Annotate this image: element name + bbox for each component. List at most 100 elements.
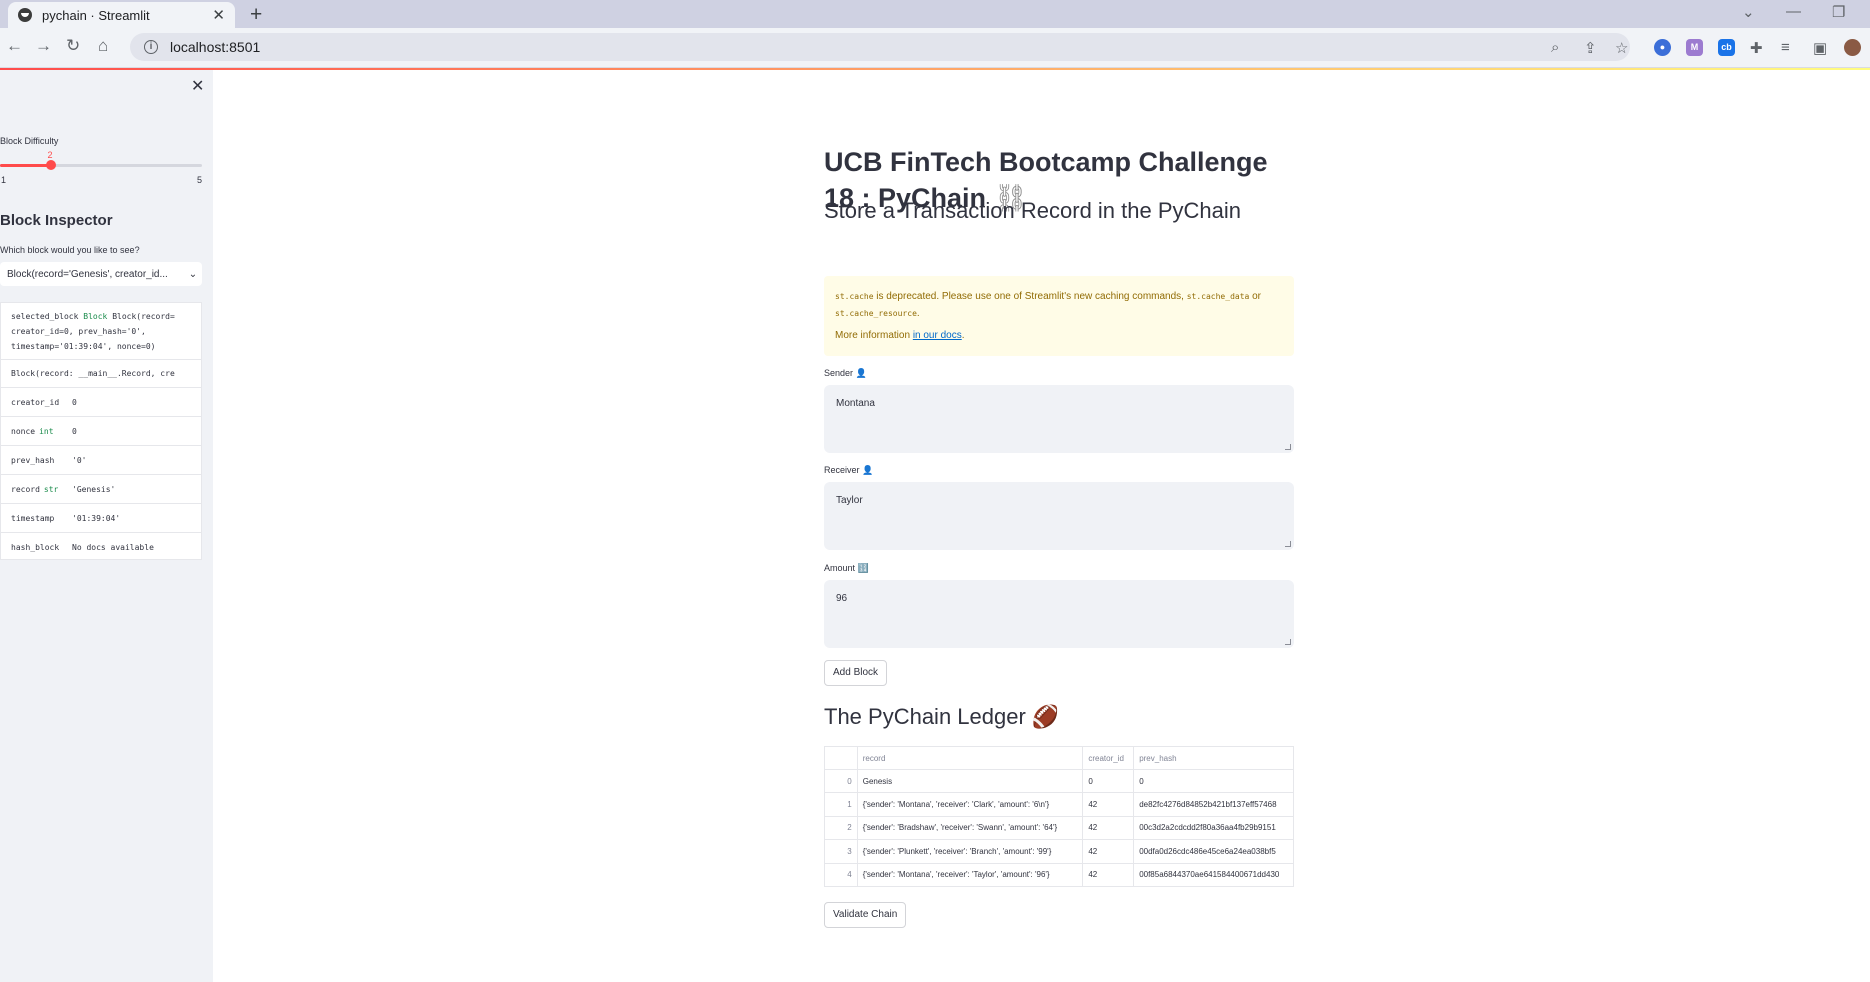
sidebar: ✕ Block Difficulty 2 1 5 Block Inspector… (0, 70, 213, 982)
validate-chain-button[interactable]: Validate Chain (824, 902, 907, 928)
inspect-value-line-2: creator_id=0, prev_hash='0', (11, 327, 146, 336)
table-cell: 00f85a6844370ae641584400671dd430 (1133, 863, 1294, 887)
row-index: 1 (824, 792, 858, 817)
table-cell: 0 (1082, 769, 1135, 794)
table-row[interactable]: 1 {'sender': 'Montana', 'receiver': 'Clar… (824, 792, 1294, 817)
inspect-header: selected_block Block Block(record= creat… (1, 303, 201, 360)
share-icon[interactable]: ⇪ (1584, 39, 1597, 57)
extensions-puzzle-icon[interactable]: ✚ (1750, 39, 1763, 57)
minimize-icon[interactable]: — (1786, 3, 1801, 20)
attr-key: nonce int (11, 427, 72, 436)
home-icon[interactable]: ⌂ (98, 36, 108, 56)
table-cell: 42 (1082, 863, 1135, 887)
table-cell: de82fc4276d84852b421bf137eff57468 (1133, 792, 1294, 817)
row-index: 0 (824, 769, 858, 794)
block-inspect-panel: selected_block Block Block(record= creat… (0, 302, 202, 560)
attr-key: timestamp (11, 514, 72, 523)
sender-label: Sender 👤 (824, 368, 867, 379)
tab-close-icon[interactable]: ✕ (212, 6, 225, 24)
restore-icon[interactable]: ❐ (1832, 3, 1845, 21)
resize-handle-icon[interactable] (1285, 639, 1291, 645)
numbers-icon: 🔢 (857, 563, 869, 573)
back-icon[interactable]: ← (6, 36, 23, 56)
table-row[interactable]: 3 {'sender': 'Plunkett', 'receiver': 'Bra… (824, 839, 1294, 864)
streamlit-decoration-bar (0, 68, 1870, 70)
person-icon: 👤 (862, 465, 874, 475)
receiver-label-text: Receiver (824, 465, 860, 475)
column-header[interactable]: creator_id (1082, 746, 1135, 770)
streamlit-favicon-icon (18, 8, 32, 22)
site-info-icon[interactable]: i (144, 40, 158, 54)
attr-name: creator_id (11, 397, 60, 407)
warn-text-1: is deprecated. Please use one of Streaml… (873, 291, 1187, 302)
warn-text-3: . (916, 308, 920, 319)
attr-value: 'Genesis' (72, 484, 116, 494)
attr-name: nonce (11, 426, 36, 436)
attr-value: 0 (72, 397, 77, 407)
receiver-field[interactable]: Taylor (824, 482, 1294, 550)
difficulty-min: 1 (1, 175, 7, 185)
ledger-body: 0 Genesis 0 0 1 {'sender': 'Montana', 'receiv… (824, 769, 1294, 887)
attr-type: str (43, 484, 59, 494)
sidebar-close-icon[interactable]: ✕ (191, 76, 204, 96)
warn-end: . (961, 330, 965, 341)
block-select[interactable]: Block(record='Genesis', creator_id... ⌄ (0, 262, 202, 286)
column-header[interactable]: prev_hash (1133, 746, 1294, 770)
receiver-label: Receiver 👤 (824, 465, 873, 476)
row-index: 4 (824, 863, 858, 887)
new-tab-icon[interactable]: + (250, 3, 262, 27)
amount-value: 96 (836, 593, 848, 604)
table-row[interactable]: 2 {'sender': 'Bradshaw', 'receiver': 'Swa… (824, 816, 1294, 841)
difficulty-max: 5 (197, 175, 203, 185)
extension-1-icon[interactable]: ● (1654, 39, 1671, 56)
amount-label: Amount 🔢 (824, 563, 869, 574)
docs-link[interactable]: in our docs (913, 330, 962, 341)
tab-search-icon[interactable]: ⌄ (1742, 3, 1755, 21)
table-cell: {'sender': 'Bradshaw', 'receiver': 'Swan… (857, 816, 1084, 841)
attr-key: prev_hash (11, 456, 72, 465)
browser-tab[interactable]: pychain · Streamlit ✕ (8, 2, 235, 28)
attr-name: hash_block (11, 542, 60, 552)
side-panel-icon[interactable]: ▣ (1813, 39, 1827, 57)
profile-avatar[interactable] (1844, 39, 1861, 56)
resize-handle-icon[interactable] (1285, 541, 1291, 547)
chevron-down-icon: ⌄ (188, 268, 198, 280)
block-select-value: Block(record='Genesis', creator_id... (7, 268, 168, 280)
extension-2-icon[interactable]: M (1686, 39, 1703, 56)
bookmark-star-icon[interactable]: ☆ (1615, 39, 1628, 57)
column-header[interactable]: record (857, 746, 1084, 770)
resize-handle-icon[interactable] (1285, 444, 1291, 450)
warn-text-2: or (1249, 291, 1262, 302)
zoom-icon[interactable]: ⌕ (1551, 39, 1559, 56)
slider-thumb[interactable] (45, 160, 56, 170)
inspect-var-name: selected_block (11, 312, 79, 321)
attr-name: record (11, 484, 40, 494)
reading-list-icon[interactable]: ≡ (1781, 39, 1790, 56)
column-header[interactable] (824, 746, 858, 770)
table-row[interactable]: 4 {'sender': 'Montana', 'receiver': 'Tayl… (824, 863, 1294, 887)
warn-code-3: st.cache_resource (835, 309, 917, 318)
ledger-table[interactable]: record creator_id prev_hash 0 Genesis 0 0 1 {'s… (824, 746, 1294, 887)
amount-field[interactable]: 96 (824, 580, 1294, 648)
attr-value: No docs available (72, 542, 154, 552)
add-block-button[interactable]: Add Block (824, 660, 888, 686)
reload-icon[interactable]: ↻ (66, 36, 80, 56)
tab-title: pychain · Streamlit (42, 7, 150, 23)
extension-3-icon[interactable]: cb (1718, 39, 1735, 56)
table-cell: 42 (1082, 816, 1135, 841)
person-icon: 👤 (855, 368, 867, 378)
sender-field[interactable]: Montana (824, 385, 1294, 453)
url-text: localhost:8501 (170, 39, 261, 55)
ledger-heading: The PyChain Ledger 🏈 (824, 704, 1059, 730)
table-cell: 42 (1082, 839, 1135, 864)
browser-tab-bar: pychain · Streamlit ✕ + ⌄ — ❐ (0, 0, 1870, 28)
table-row[interactable]: 0 Genesis 0 0 (824, 769, 1294, 794)
block-select-label: Which block would you like to see? (0, 245, 140, 255)
difficulty-slider[interactable] (0, 160, 202, 170)
ledger-heading-text: The PyChain Ledger (824, 704, 1026, 729)
url-input[interactable]: i localhost:8501 (130, 33, 1630, 61)
sender-label-text: Sender (824, 368, 854, 378)
table-cell: {'sender': 'Montana', 'receiver': 'Clark… (857, 792, 1084, 817)
forward-icon[interactable]: → (35, 36, 52, 56)
table-cell: {'sender': 'Montana', 'receiver': 'Taylo… (857, 863, 1084, 887)
